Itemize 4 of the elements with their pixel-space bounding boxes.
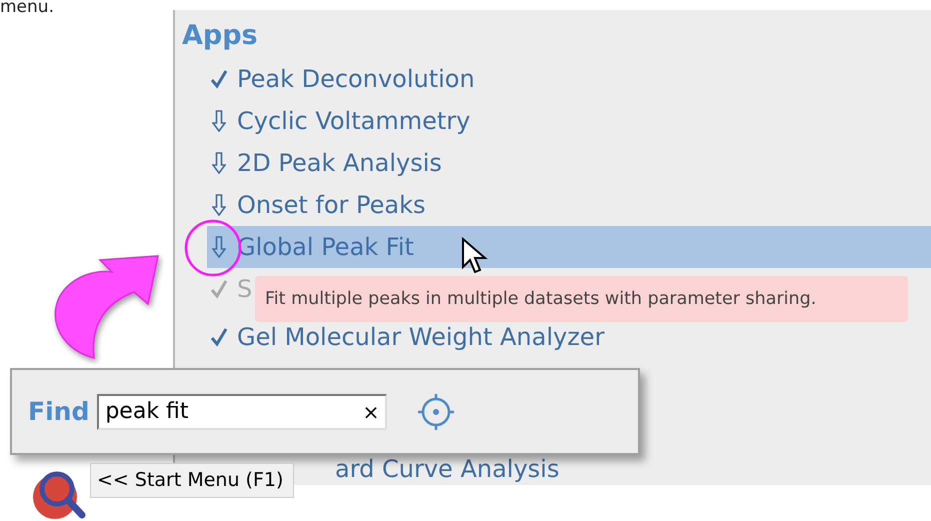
page-text: menu. (0, 0, 54, 17)
description-tooltip: Fit multiple peaks in multiple datasets with parameter sharing. (255, 276, 908, 322)
find-label: Find (28, 397, 90, 426)
apps-heading: Apps (181, 19, 259, 53)
